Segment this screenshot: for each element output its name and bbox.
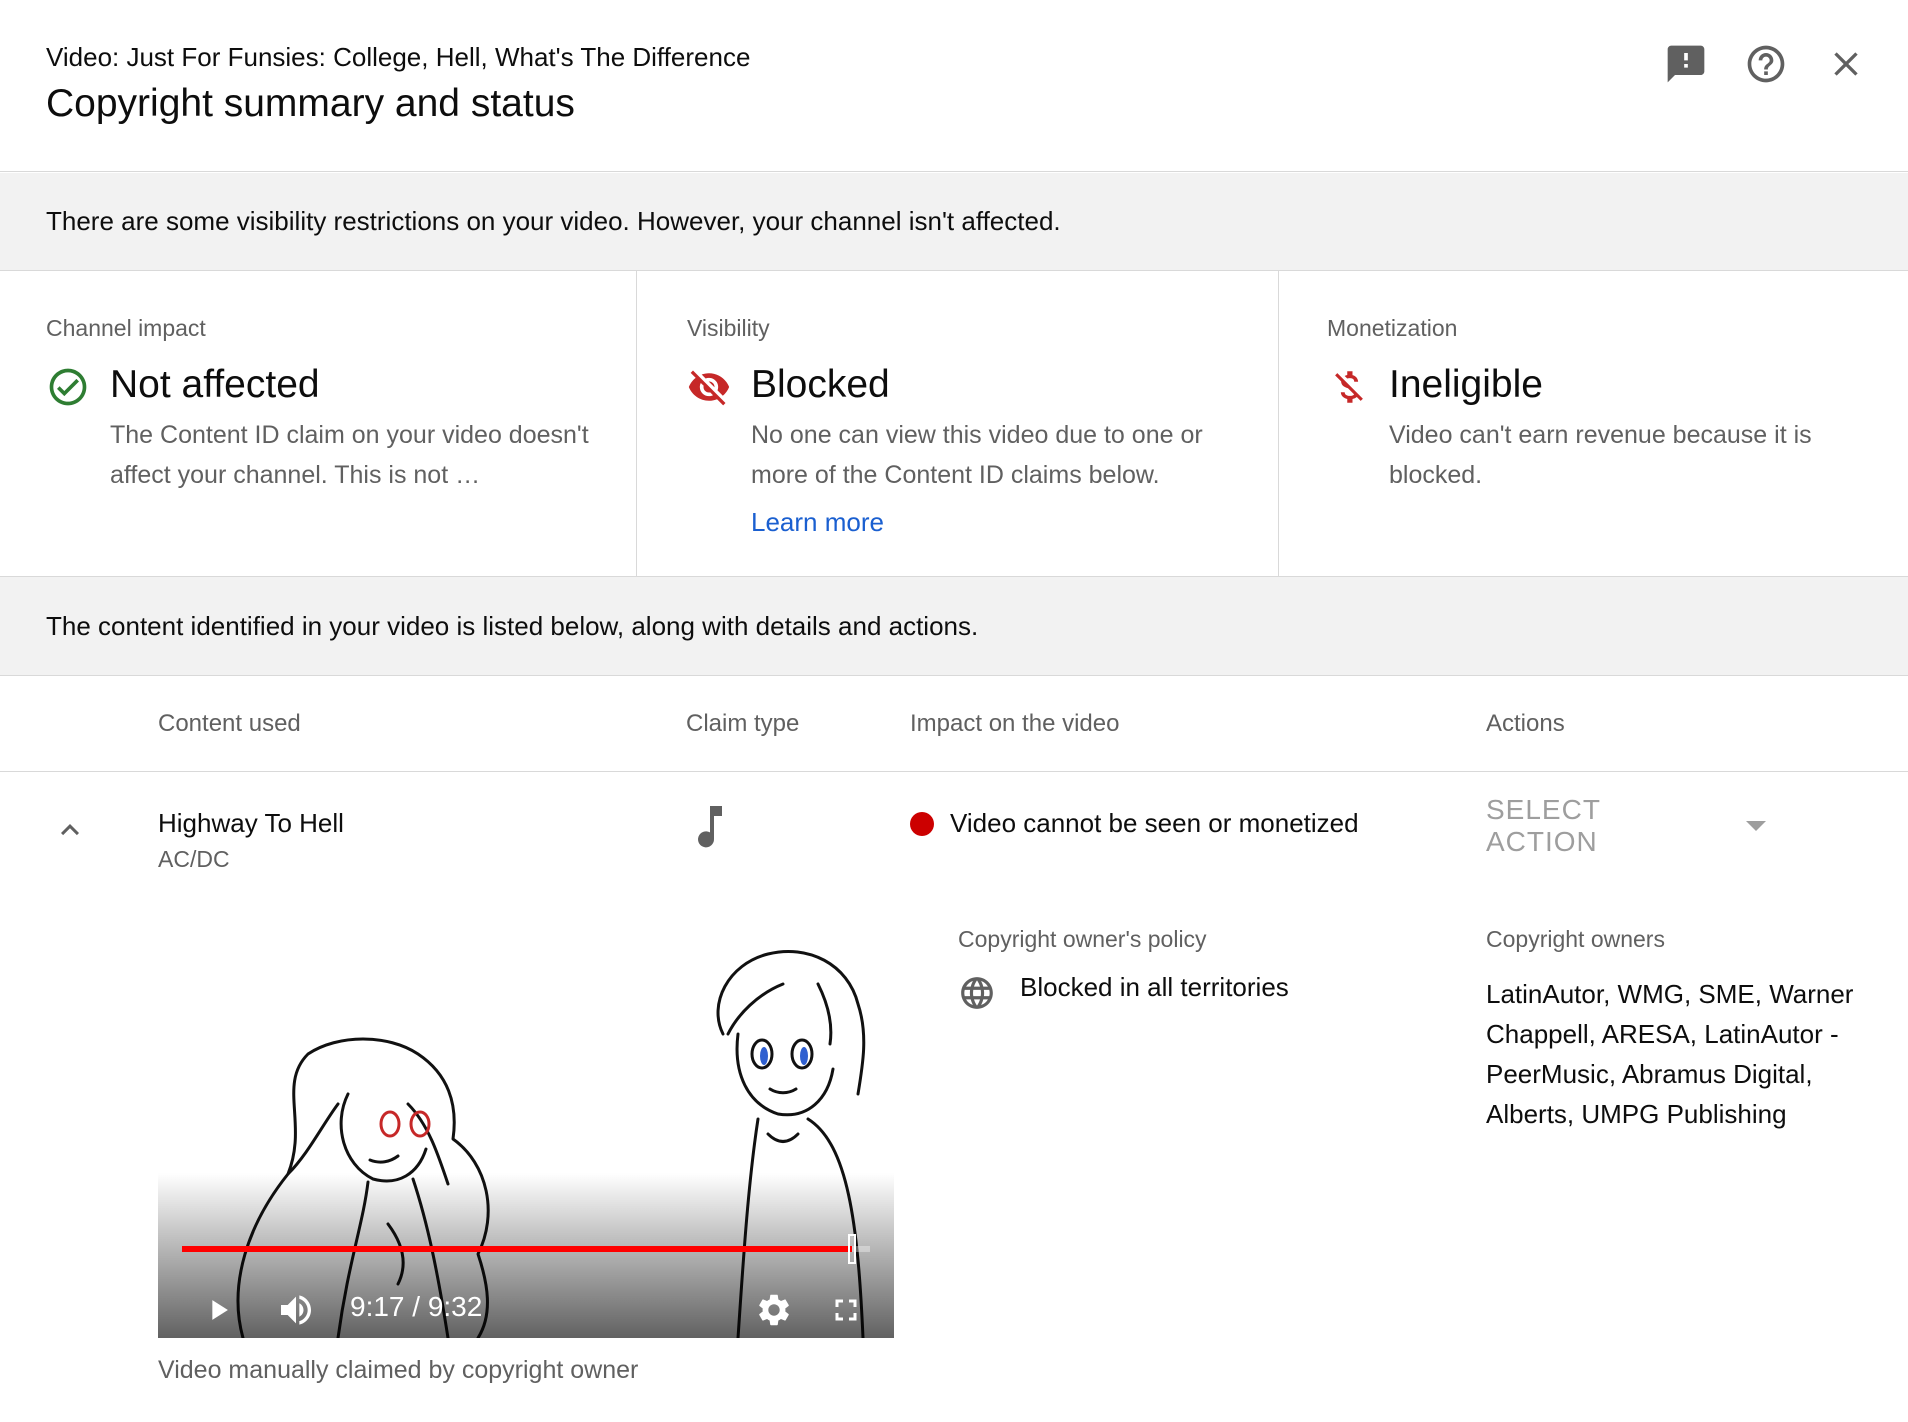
content-banner: The content identified in your video is … [0,577,1908,676]
select-action-label: SELECT ACTION [1486,794,1601,857]
content-artist: AC/DC [158,846,230,872]
visibility-banner: There are some visibility restrictions o… [0,173,1908,271]
music-note-icon [690,804,730,852]
feedback-icon[interactable] [1662,40,1710,88]
channel-impact-description: The Content ID claim on your video doesn… [110,421,589,489]
monetization-label: Monetization [1327,315,1458,341]
monetization-description: Video can't earn revenue because it is b… [1389,421,1812,489]
status-cards: Channel impact Not affected The Content … [0,271,1908,577]
channel-impact-heading: Not affected [110,363,320,406]
visibility-label: Visibility [687,315,770,341]
impact-text: Video cannot be seen or monetized [950,808,1359,838]
progress-fill [182,1246,852,1252]
progress-handle[interactable] [847,1234,856,1264]
policy-value: Blocked in all territories [1020,972,1289,1002]
playback-time: 9:17 / 9:32 [350,1291,483,1322]
column-header-claim-type: Claim type [686,710,800,737]
fullscreen-icon[interactable] [824,1290,868,1330]
claim-note: Video manually claimed by copyright owne… [158,1356,639,1384]
visibility-card: Visibility Blocked No one can view this … [637,271,1279,576]
progress-bar[interactable] [182,1234,870,1264]
policy-label: Copyright owner's policy [958,926,1207,952]
learn-more-link[interactable]: Learn more [751,507,884,538]
dialog-header: Video: Just For Funsies: College, Hell, … [0,0,1908,172]
claim-row: Highway To Hell AC/DC Video cannot be se… [0,772,1908,1422]
column-header-actions: Actions [1486,710,1565,737]
monetization-card: Monetization Ineligible Video can't earn… [1279,271,1908,576]
volume-icon[interactable] [274,1290,318,1330]
check-circle-icon [46,365,90,409]
help-icon[interactable] [1742,40,1790,88]
column-header-impact: Impact on the video [910,710,1120,737]
caret-down-icon [1746,821,1766,831]
channel-impact-label: Channel impact [46,315,206,341]
visibility-heading: Blocked [751,363,890,406]
select-action-dropdown[interactable]: SELECT ACTION [1486,794,1766,857]
impact-status-dot [910,812,934,836]
settings-gear-icon[interactable] [752,1290,796,1330]
globe-icon [958,974,996,1012]
copyright-owners-label: Copyright owners [1486,926,1665,952]
chevron-up-icon[interactable] [50,810,90,850]
content-title: Highway To Hell [158,808,344,838]
page-title: Copyright summary and status [46,82,575,125]
eye-off-icon [687,365,731,409]
play-icon[interactable] [198,1290,238,1330]
column-header-content-used: Content used [158,710,301,737]
copyright-owners-list: LatinAutor, WMG, SME, Warner Chappell, A… [1486,979,1854,1129]
money-off-icon [1327,365,1371,409]
visibility-description: No one can view this video due to one or… [751,421,1203,489]
monetization-heading: Ineligible [1389,363,1543,406]
close-icon[interactable] [1822,40,1870,88]
video-player[interactable]: 9:17 / 9:32 [158,924,894,1338]
video-title-label: Video: Just For Funsies: College, Hell, … [46,42,751,72]
claims-table-header: Content used Claim type Impact on the vi… [0,676,1908,772]
channel-impact-card: Channel impact Not affected The Content … [0,271,637,576]
